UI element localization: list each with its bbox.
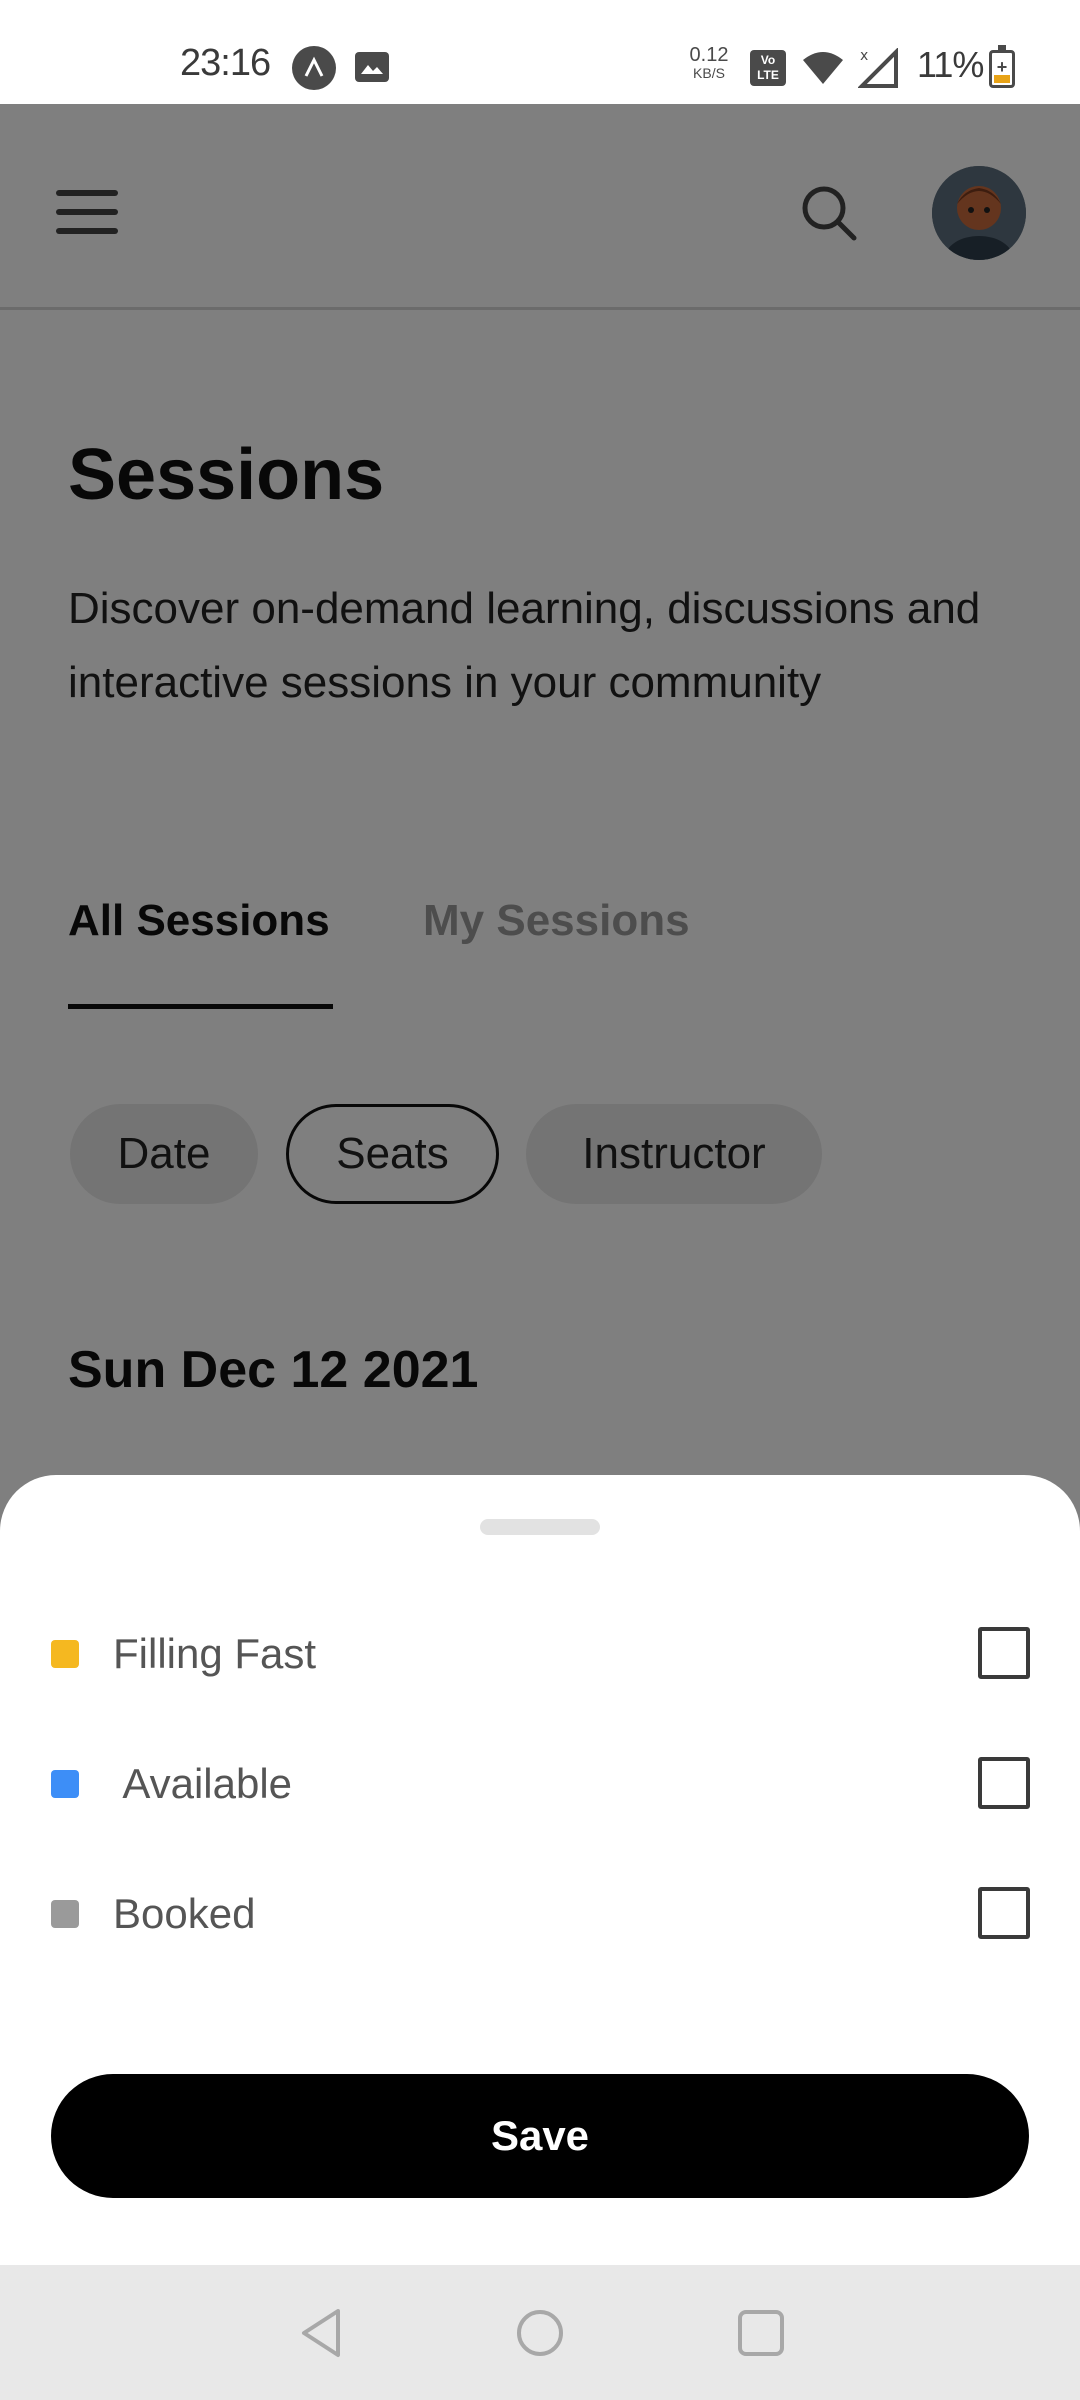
seats-filter-sheet: Filling Fast Available Booked Save	[0, 1475, 1080, 2265]
gallery-icon	[355, 52, 389, 82]
option-filling-fast[interactable]: Filling Fast	[0, 1595, 1080, 1715]
sheet-drag-handle[interactable]	[480, 1519, 600, 1535]
option-label: Available	[113, 1760, 293, 1807]
wifi-icon	[803, 52, 843, 84]
app-notification-icon	[292, 46, 336, 90]
system-nav-bar	[0, 2265, 1080, 2400]
back-icon[interactable]	[298, 2307, 344, 2359]
status-time: 23:16	[180, 42, 271, 84]
signal-icon: x	[858, 48, 898, 88]
charging-plus: +	[996, 57, 1008, 77]
home-icon[interactable]	[517, 2310, 563, 2356]
battery-percent: 11%	[917, 44, 984, 85]
option-label: Booked	[113, 1890, 256, 1937]
volte-icon: Vo LTE	[750, 50, 786, 86]
network-speed: 0.12 KB/S	[689, 44, 729, 82]
status-swatch-available	[51, 1770, 79, 1798]
volte-line2: LTE	[757, 68, 779, 82]
svg-text:x: x	[860, 48, 868, 64]
option-available[interactable]: Available	[0, 1725, 1080, 1845]
status-bar: 23:16 0.12 KB/S Vo LTE x 11% +	[0, 0, 1080, 104]
network-speed-unit: KB/S	[693, 65, 725, 81]
volte-line1: Vo	[760, 53, 776, 67]
save-button[interactable]: Save	[51, 2074, 1029, 2198]
option-label: Filling Fast	[113, 1630, 317, 1677]
checkbox-booked[interactable]	[978, 1887, 1030, 1939]
status-swatch-filling-fast	[51, 1640, 79, 1668]
status-swatch-booked	[51, 1900, 79, 1928]
battery-icon: +	[989, 45, 1015, 88]
recents-icon[interactable]	[738, 2310, 784, 2356]
network-speed-value: 0.12	[689, 44, 729, 66]
option-booked[interactable]: Booked	[0, 1855, 1080, 1975]
checkbox-available[interactable]	[978, 1757, 1030, 1809]
checkbox-filling-fast[interactable]	[978, 1627, 1030, 1679]
